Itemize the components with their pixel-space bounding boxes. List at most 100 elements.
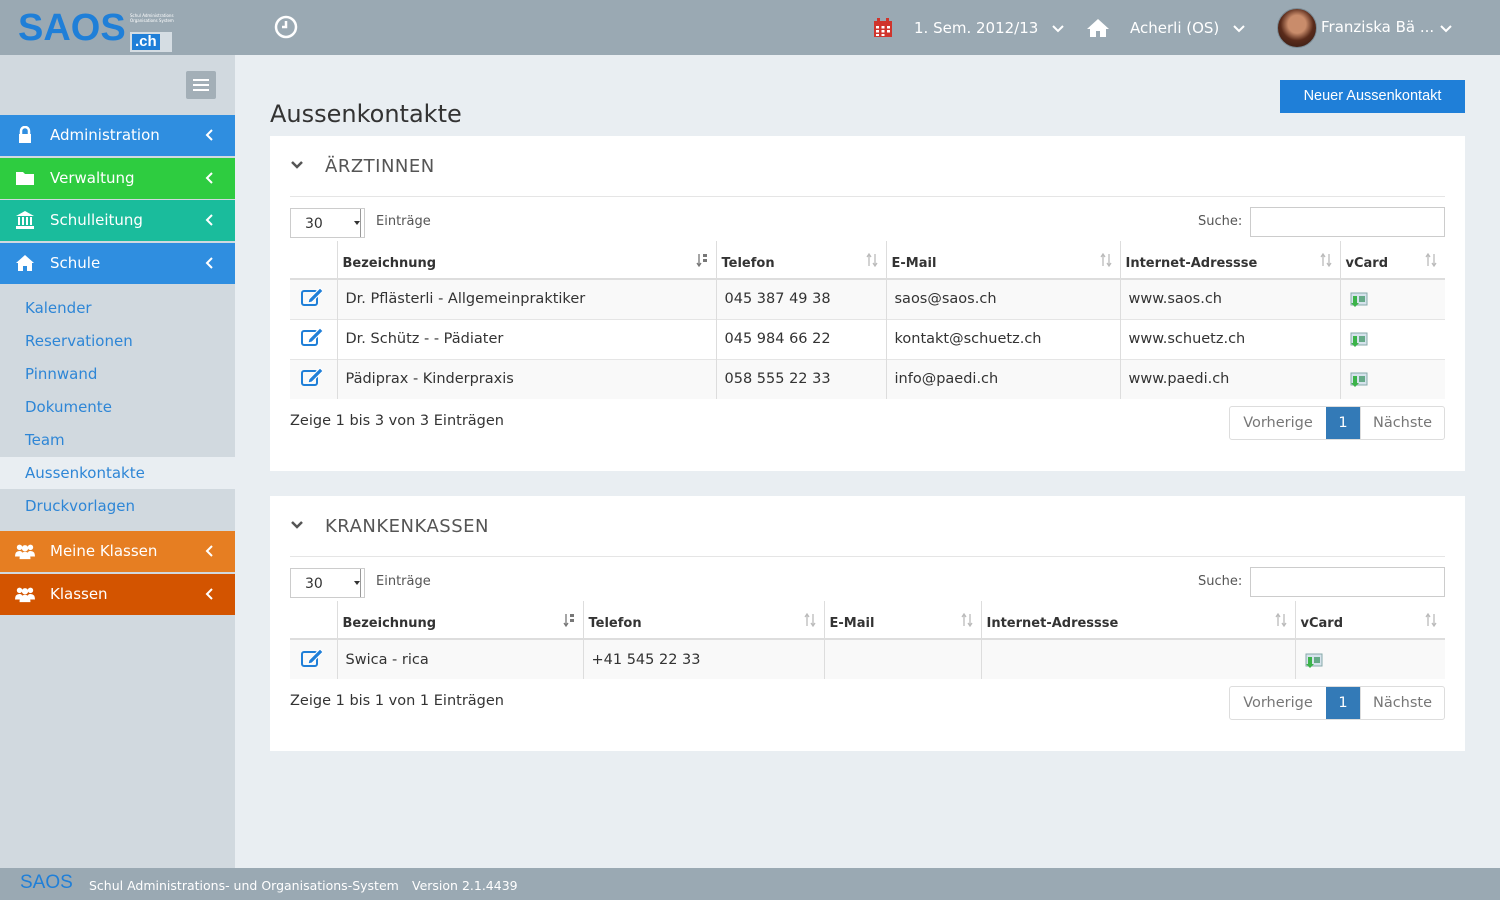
chevron-down-icon[interactable] [290, 518, 304, 532]
sidebar-item-label: Schulleitung [50, 211, 143, 229]
vcard-icon[interactable] [1349, 371, 1369, 388]
pagination-next[interactable]: Nächste [1360, 687, 1444, 719]
sidebar-item-verwaltung[interactable]: Verwaltung [0, 158, 235, 199]
column-header-bezeichnung[interactable]: Bezeichnung [336, 601, 583, 640]
page-length-select[interactable]: 30 [290, 568, 365, 598]
app-logo[interactable]: SAOS Schul Administrations Organisations… [18, 8, 174, 52]
sidebar: Administration Verwaltung Schulleitung S… [0, 55, 235, 868]
column-header-email[interactable]: E-Mail [823, 601, 981, 640]
chevron-left-icon [205, 129, 213, 141]
sidebar-item-label: Verwaltung [50, 169, 135, 187]
new-contact-button[interactable]: Neuer Aussenkontakt [1280, 80, 1465, 113]
sidebar-item-schule[interactable]: Schule [0, 243, 235, 284]
pagination: Vorherige 1 Nächste [1229, 686, 1445, 720]
sort-icon [865, 253, 878, 267]
sidebar-subitem-aussenkontakte[interactable]: Aussenkontakte [0, 457, 235, 489]
chevron-left-icon [205, 588, 213, 600]
logo-suffix-box: .ch [130, 32, 172, 52]
sort-icon [1425, 613, 1437, 627]
vcard-icon[interactable] [1349, 331, 1369, 347]
semester-selector[interactable]: 1. Sem. 2012/13 [873, 0, 1065, 55]
sort-icon [1274, 613, 1287, 627]
vcard-icon[interactable] [1349, 291, 1369, 308]
calendar-icon [874, 17, 892, 37]
search-label: Suche: [1198, 214, 1243, 229]
sidebar-item-label: Schule [50, 254, 101, 272]
pagination-page-1[interactable]: 1 [1326, 687, 1360, 719]
column-header-vcard[interactable]: vCard [1294, 601, 1445, 640]
table-row: Dr. Pflästerli - Allgemeinpraktiker 045 … [290, 279, 1445, 319]
sidebar-subitem-team[interactable]: Team [0, 424, 235, 456]
search-input[interactable] [1250, 567, 1445, 597]
entries-label: Einträge [376, 214, 431, 229]
sidebar-subitem-pinnwand[interactable]: Pinnwand [0, 358, 235, 390]
sidebar-item-schulleitung[interactable]: Schulleitung [0, 200, 235, 241]
folder-icon [16, 172, 34, 185]
table-header-row: Bezeichnung Telefon E-Mail Internet-Adre… [290, 601, 1445, 640]
sidebar-subitem-druckvorlagen[interactable]: Druckvorlagen [0, 490, 235, 522]
column-header-edit [290, 241, 337, 280]
pagination-page-1[interactable]: 1 [1326, 407, 1360, 439]
cell-vcard [1339, 358, 1445, 399]
edit-icon[interactable] [301, 647, 325, 668]
sidebar-item-klassen[interactable]: Klassen [0, 574, 235, 615]
entries-label: Einträge [376, 574, 431, 589]
sort-icon [803, 613, 816, 627]
sidebar-subitem-kalender[interactable]: Kalender [0, 292, 235, 324]
page-title: Aussenkontakte [270, 100, 462, 128]
edit-icon[interactable] [301, 367, 325, 387]
sort-icon [1425, 253, 1437, 267]
column-header-internet[interactable]: Internet-Adressse [1119, 241, 1340, 280]
school-selector[interactable]: Acherli (OS) [1086, 0, 1246, 55]
pagination-prev[interactable]: Vorherige [1230, 687, 1326, 719]
sidebar-item-label: Meine Klassen [50, 542, 158, 560]
chevron-left-icon [205, 545, 213, 557]
cell-vcard [1339, 279, 1445, 319]
house-icon [16, 255, 34, 271]
sidebar-item-administration[interactable]: Administration [0, 115, 235, 156]
vcard-icon[interactable] [1304, 652, 1324, 668]
column-header-telefon[interactable]: Telefon [715, 241, 886, 280]
footer-brand: SAOS [20, 872, 73, 893]
column-header-email[interactable]: E-Mail [885, 241, 1120, 280]
pagination-next[interactable]: Nächste [1360, 407, 1444, 439]
table-row: Dr. Schütz - - Pädiater 045 984 66 22 ko… [290, 318, 1445, 359]
cell-bezeichnung: Dr. Pflästerli - Allgemeinpraktiker [336, 279, 716, 319]
top-bar: SAOS Schul Administrations Organisations… [0, 0, 1500, 55]
page-length-select[interactable]: 30 [290, 208, 365, 238]
pagination-prev[interactable]: Vorherige [1230, 407, 1326, 439]
chevron-down-icon [1440, 24, 1452, 32]
cell-bezeichnung: Swica - rica [336, 639, 583, 679]
column-header-vcard[interactable]: vCard [1339, 241, 1445, 280]
menu-toggle-icon[interactable] [186, 71, 216, 99]
footer: SAOS Schul Administrations- und Organisa… [0, 868, 1500, 900]
cell-internet: www.saos.ch [1119, 279, 1340, 319]
logo-suffix: .ch [132, 34, 160, 50]
users-icon [15, 544, 35, 560]
sort-icon [960, 613, 973, 627]
column-header-internet[interactable]: Internet-Adressse [980, 601, 1295, 640]
users-icon [15, 587, 35, 603]
column-header-telefon[interactable]: Telefon [582, 601, 824, 640]
table-row: Pädiprax - Kinderpraxis 058 555 22 33 in… [290, 358, 1445, 399]
contacts-table: Bezeichnung Telefon E-Mail Internet-Adre… [290, 241, 1445, 399]
chevron-down-icon [1052, 24, 1065, 32]
user-menu[interactable]: Franziska Bä ... [1277, 0, 1452, 55]
search-label: Suche: [1198, 574, 1243, 589]
chevron-down-icon[interactable] [290, 158, 304, 172]
edit-cell [290, 318, 337, 359]
sidebar-subitem-dokumente[interactable]: Dokumente [0, 391, 235, 423]
cell-telefon: 045 984 66 22 [715, 318, 886, 359]
chevron-left-icon [205, 172, 213, 184]
sidebar-subitem-reservationen[interactable]: Reservationen [0, 325, 235, 357]
sort-asc-icon [695, 254, 707, 267]
clock-icon[interactable] [274, 15, 298, 39]
cell-vcard [1294, 639, 1445, 679]
edit-icon[interactable] [301, 327, 325, 347]
sort-icon [1319, 253, 1332, 267]
sidebar-item-meine-klassen[interactable]: Meine Klassen [0, 531, 235, 572]
edit-icon[interactable] [301, 287, 325, 307]
column-header-bezeichnung[interactable]: Bezeichnung [336, 241, 716, 280]
footer-version: Version 2.1.4439 [412, 878, 518, 893]
search-input[interactable] [1250, 207, 1445, 237]
